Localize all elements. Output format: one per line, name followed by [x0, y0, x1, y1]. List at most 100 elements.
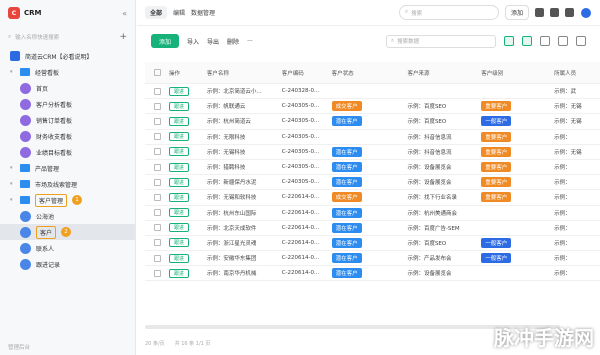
sidebar-item[interactable]: 销售订单看板 — [0, 112, 135, 128]
sidebar-item[interactable]: ▾ 客户管理 1 — [0, 192, 135, 208]
level-badge: 一般客户 — [481, 116, 512, 127]
chevron-down-icon[interactable]: ▾ — [10, 181, 15, 187]
row-checkbox[interactable] — [154, 193, 161, 201]
sidebar-item[interactable]: 跟进记录 — [0, 256, 135, 272]
row-checkbox[interactable] — [154, 224, 161, 232]
top-add-label: 添加 — [510, 10, 523, 17]
field-icon[interactable] — [522, 36, 532, 46]
customer-code-cell: C-240305-0... — [281, 133, 320, 140]
collapse-icon[interactable]: « — [122, 9, 127, 18]
table-row[interactable]: 跟进 示例：浙江星光灵魂 C-220614-0... 潜在客户 示例：百度SEO 一般客户… — [145, 236, 600, 252]
avatar[interactable] — [580, 6, 592, 19]
bell-icon[interactable] — [565, 8, 574, 17]
customer-code-cell: C-240305-0... — [281, 164, 320, 171]
sidebar-item[interactable]: 简道云CRM【必看说明】 — [0, 48, 135, 64]
search-icon: ⌕ — [391, 37, 395, 44]
data-manage-link[interactable]: 数据管理 — [191, 8, 215, 17]
more-button[interactable]: ··· — [247, 38, 253, 45]
owner-cell: 示例： — [554, 271, 571, 278]
sidebar-item[interactable]: 公海池 — [0, 208, 135, 224]
page-size-select[interactable]: 20 条/页 — [145, 340, 165, 347]
sidebar-item[interactable]: ▾ 经营看板 — [0, 64, 135, 80]
follow-button[interactable]: 跟进 — [168, 238, 189, 248]
row-checkbox[interactable] — [154, 148, 161, 156]
table-row[interactable]: 跟进 示例：杭州东山国际 C-220614-0... 潜在客户 示例：杭州美通商会 示例： — [145, 206, 600, 221]
table-search-input[interactable]: 搜索数据 — [397, 37, 419, 45]
table-row[interactable]: 跟进 示例：帆联通云 C-240305-0... 成交客户 示例：百度SEO 重要客户 示例… — [145, 99, 600, 115]
row-checkbox[interactable] — [154, 87, 161, 95]
follow-button[interactable]: 跟进 — [168, 132, 189, 142]
row-checkbox[interactable] — [154, 269, 161, 277]
row-checkbox[interactable] — [154, 117, 161, 125]
owner-cell: 示例： — [554, 225, 571, 232]
sidebar-item[interactable]: 业绩目标看板 — [0, 144, 135, 160]
table-row[interactable]: 跟进 示例：猎聘科技 C-240305-0... 潜在客户 示例：设备展览会 重要客户 示例… — [145, 160, 600, 176]
refresh-icon[interactable] — [558, 36, 568, 46]
chevron-down-icon[interactable]: ▾ — [10, 165, 15, 171]
admin-link[interactable]: 管理后台 — [8, 343, 30, 351]
table-row[interactable]: 跟进 示例：新疆保丹水泥 C-240305-0... 潜在客户 示例：设备展览会 重要客户… — [145, 175, 600, 191]
add-icon[interactable]: + — [119, 32, 127, 42]
status-cell: 潜在客户 — [328, 177, 404, 188]
message-icon[interactable] — [550, 8, 559, 17]
sidebar-item[interactable]: 客户 2 — [0, 224, 135, 240]
chevron-down-icon[interactable]: ▾ — [10, 69, 15, 75]
sidebar-item[interactable]: ▾ 产品管理 — [0, 160, 135, 176]
table-row[interactable]: 跟进 示例：北京天成软件 C-220614-0... 潜在客户 示例：百度广告-SEM 示… — [145, 221, 600, 236]
top-add-button[interactable]: 添加 — [504, 5, 529, 20]
table-row[interactable]: 跟进 示例：杭州简道云 C-240305-0... 潜在客户 示例：百度SEO 一般客户 示… — [145, 114, 600, 130]
follow-button[interactable]: 跟进 — [168, 147, 189, 157]
table-row[interactable]: 跟进 示例：无锡和软科技 C-220614-0... 成交客户 示例：找下行业名录 重要客… — [145, 190, 600, 206]
row-checkbox[interactable] — [154, 102, 161, 110]
customer-code-cell: C-220614-0... — [281, 239, 320, 246]
sidebar-item[interactable]: 首页 — [0, 80, 135, 96]
table-row[interactable]: 跟进 示例：无限科技 C-240305-0... 示例：抖音信息流 重要客户 示例： — [145, 130, 600, 145]
sidebar-item[interactable]: 联系人 — [0, 240, 135, 256]
follow-button[interactable]: 跟进 — [168, 223, 189, 233]
row-checkbox[interactable] — [154, 163, 161, 171]
follow-button[interactable]: 跟进 — [168, 177, 189, 187]
sidebar-item[interactable]: 财务收支看板 — [0, 128, 135, 144]
table-search[interactable]: ⌕ 搜索数据 — [386, 34, 496, 48]
export-button[interactable]: 导出 — [207, 37, 219, 46]
follow-button[interactable]: 跟进 — [168, 268, 189, 278]
view-selector[interactable]: 全部 — [145, 6, 168, 19]
chevron-down-icon[interactable]: ▾ — [10, 197, 15, 203]
top-search-input[interactable]: 搜索 — [411, 9, 422, 17]
sidebar-search[interactable]: ⌕ 输入名称快速搜索 + — [8, 30, 127, 44]
row-checkbox[interactable] — [154, 178, 161, 186]
follow-button[interactable]: 跟进 — [168, 253, 189, 263]
sidebar-item[interactable]: ▾ 市场及线索管理 — [0, 176, 135, 192]
edit-link[interactable]: 编辑 — [173, 8, 185, 17]
table-row[interactable]: 跟进 示例：南京华丹机械 C-220614-0... 潜在客户 示例：设备展览会 示例： — [145, 266, 600, 282]
row-checkbox[interactable] — [154, 209, 161, 217]
follow-button[interactable]: 跟进 — [168, 101, 189, 111]
header-cell: 客户编码 — [281, 70, 304, 77]
follow-button[interactable]: 跟进 — [168, 192, 189, 202]
delete-button[interactable]: 删除 — [227, 37, 239, 46]
row-checkbox[interactable] — [154, 239, 161, 247]
follow-button[interactable]: 跟进 — [168, 116, 189, 126]
filter-icon[interactable] — [504, 36, 514, 46]
sidebar-item-label: 市场及线索管理 — [35, 181, 78, 189]
table-row[interactable]: 跟进 示例：北京简道云小... C-240328-0... 示例：武 — [145, 84, 600, 100]
top-search[interactable]: ⌕ 搜索 — [398, 5, 499, 20]
select-all-checkbox[interactable] — [154, 69, 161, 76]
new-record-button[interactable]: 添加 — [151, 34, 180, 48]
table-row[interactable]: 跟进 示例：无锡科技 C-240305-0... 潜在客户 示例：抖音信息流 重要客户 示例… — [145, 145, 600, 160]
follow-button[interactable]: 跟进 — [168, 208, 189, 218]
table-row[interactable]: 跟进 示例：安徽华东集团 C-220614-0... 潜在客户 示例：产品发布会 一般客户… — [145, 251, 600, 267]
sidebar-search-input[interactable]: 输入名称快速搜索 — [15, 33, 59, 41]
row-checkbox[interactable] — [154, 254, 161, 262]
fullscreen-icon[interactable] — [576, 36, 586, 46]
sidebar-item-label: 产品管理 — [35, 165, 60, 173]
import-button[interactable]: 导入 — [187, 37, 199, 46]
checkbox-cell — [145, 239, 165, 247]
sort-icon[interactable] — [540, 36, 550, 46]
book-icon[interactable] — [535, 8, 544, 17]
follow-button[interactable]: 跟进 — [168, 86, 189, 96]
sidebar-item[interactable]: 客户分析看板 — [0, 96, 135, 112]
follow-button[interactable]: 跟进 — [168, 162, 189, 172]
row-checkbox[interactable] — [154, 133, 161, 141]
dashboard-icon — [20, 130, 31, 142]
